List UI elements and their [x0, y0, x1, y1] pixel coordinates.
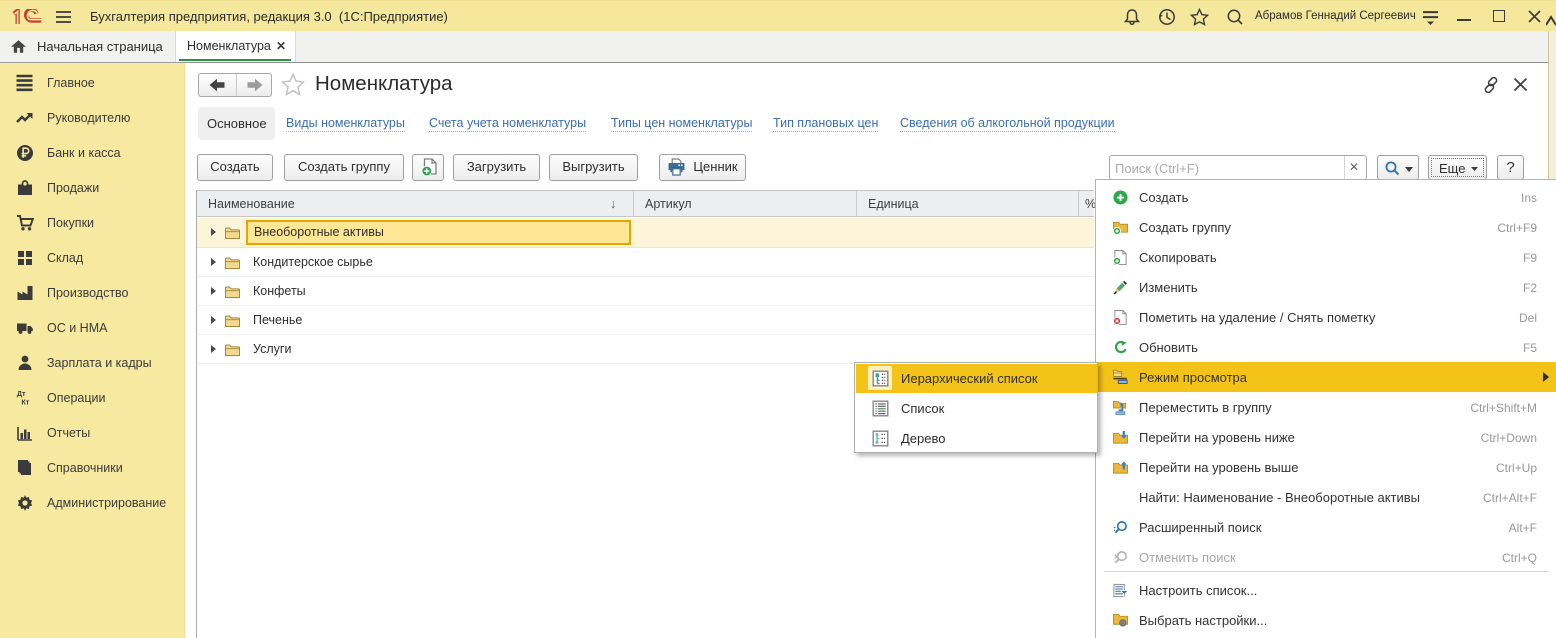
- svg-text:Кт: Кт: [21, 397, 29, 406]
